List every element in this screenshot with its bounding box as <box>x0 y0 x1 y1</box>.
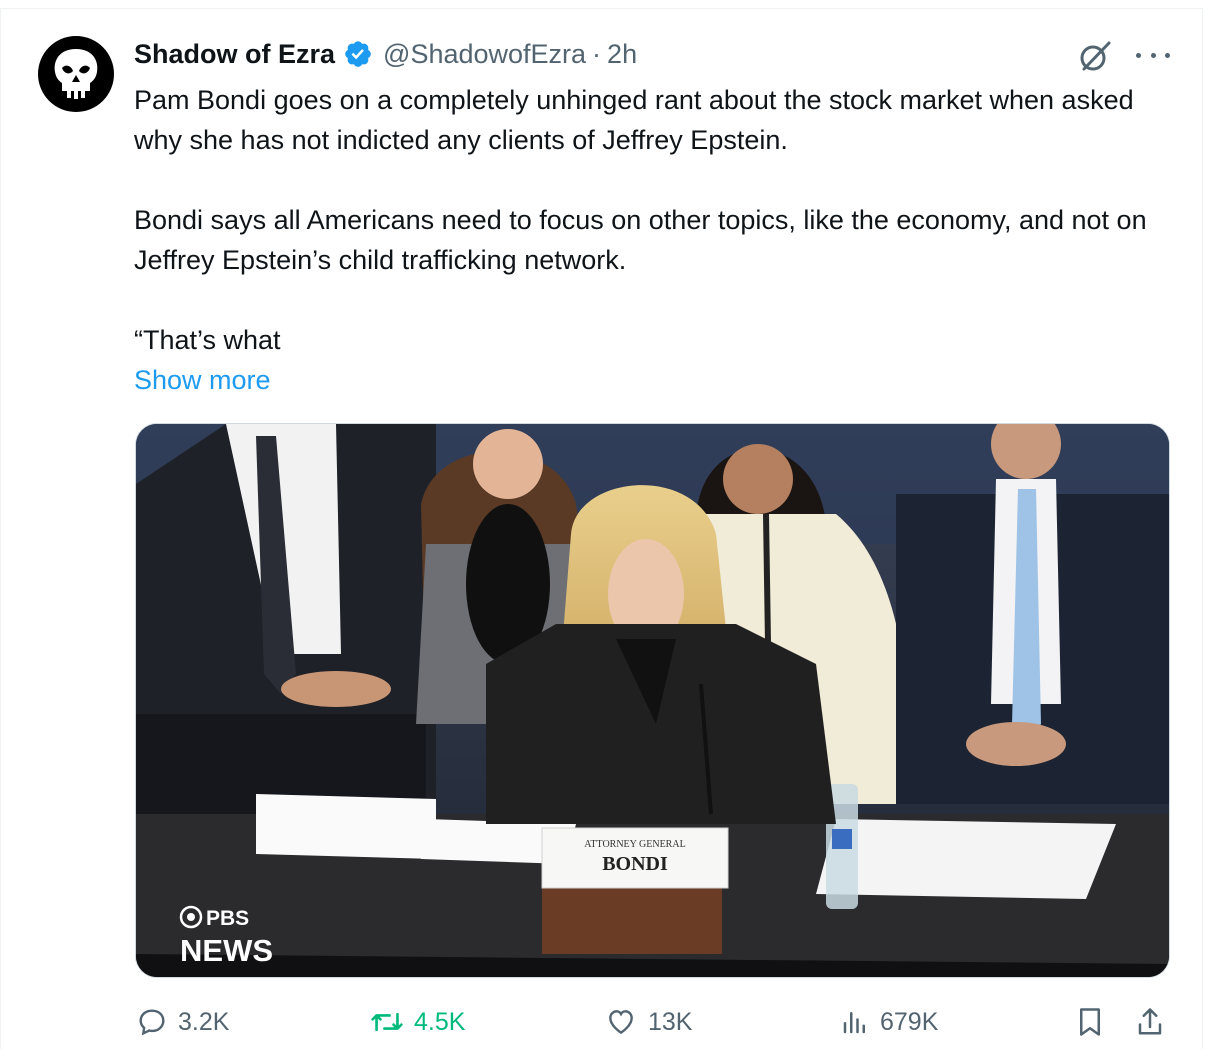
nameplate-title: ATTORNEY GENERAL <box>584 839 685 850</box>
tweet-paragraph: Bondi says all Americans need to focus o… <box>134 205 1147 275</box>
timestamp[interactable]: 2h <box>607 39 637 70</box>
reply-icon <box>139 1009 165 1036</box>
video-media[interactable]: ATTORNEY GENERAL BONDI PBS NEWS <box>135 423 1170 978</box>
repost-icon <box>371 1012 403 1032</box>
video-frame: ATTORNEY GENERAL BONDI PBS NEWS <box>136 424 1169 977</box>
repost-button[interactable]: 4.5K <box>370 1000 465 1044</box>
news-label: NEWS <box>180 933 273 968</box>
share-icon <box>1138 1008 1162 1035</box>
author-handle[interactable]: @ShadowofEzra <box>383 39 586 70</box>
bookmark-icon <box>1080 1008 1100 1036</box>
more-dot <box>1136 52 1141 58</box>
views-button[interactable]: 679K <box>840 1000 938 1044</box>
reply-count: 3.2K <box>178 1007 230 1036</box>
verified-badge-icon <box>343 39 373 69</box>
like-count: 13K <box>648 1007 693 1036</box>
skull-logo <box>54 49 98 99</box>
tweet-paragraph: “That’s what <box>134 325 281 355</box>
views-count: 679K <box>880 1007 939 1036</box>
tweet-paragraph: Pam Bondi goes on a completely unhinged … <box>134 85 1134 155</box>
more-dot <box>1165 52 1170 58</box>
separator-dot: · <box>592 38 602 69</box>
tweet-text: Pam Bondi goes on a completely unhinged … <box>134 80 1164 400</box>
reply-button[interactable]: 3.2K <box>136 1000 229 1044</box>
pbs-label: PBS <box>206 907 249 930</box>
more-icon[interactable] <box>1136 40 1170 70</box>
like-button[interactable]: 13K <box>604 1000 692 1044</box>
views-icon <box>843 1012 865 1034</box>
grok-icon[interactable] <box>1078 40 1112 74</box>
show-more-link[interactable]: Show more <box>134 360 1164 400</box>
more-dot <box>1150 52 1156 58</box>
author-name[interactable]: Shadow of Ezra <box>134 39 335 70</box>
tweet-header: Shadow of Ezra @ShadowofEzra · 2h <box>134 36 637 72</box>
repost-count: 4.5K <box>414 1007 466 1036</box>
nameplate-name: BONDI <box>602 853 668 875</box>
tweet-actions: 3.2K 4.5K 13K 679K <box>0 1000 1209 1044</box>
share-button[interactable] <box>1135 1000 1175 1044</box>
bookmark-button[interactable] <box>1075 1000 1115 1044</box>
avatar[interactable] <box>38 36 114 112</box>
like-icon <box>609 1010 633 1035</box>
